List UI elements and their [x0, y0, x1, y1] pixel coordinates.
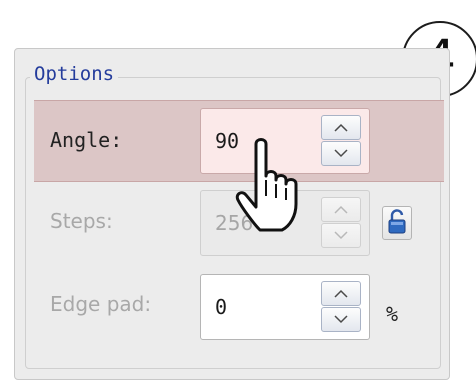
edge-pad-increment-button[interactable]	[321, 281, 361, 306]
angle-increment-button[interactable]	[321, 115, 361, 140]
edge-pad-field[interactable]: 0	[200, 274, 370, 340]
steps-decrement-button	[321, 223, 361, 248]
chevron-down-icon	[334, 231, 348, 240]
chevron-down-icon	[334, 315, 348, 324]
edge-pad-decrement-button[interactable]	[321, 307, 361, 332]
steps-label: Steps:	[50, 209, 113, 233]
chevron-up-icon	[334, 205, 348, 214]
angle-label: Angle:	[50, 128, 123, 152]
hand-pointer-icon	[235, 138, 298, 232]
options-group-title: Options	[30, 63, 119, 85]
edge-pad-label: Edge pad:	[50, 292, 152, 316]
edge-pad-unit: %	[386, 302, 399, 326]
steps-lock-toggle[interactable]	[382, 206, 412, 240]
angle-decrement-button[interactable]	[321, 141, 361, 166]
unlocked-padlock-icon	[388, 209, 406, 234]
angle-spinner[interactable]	[321, 115, 361, 167]
chevron-up-icon	[334, 289, 348, 298]
steps-increment-button	[321, 197, 361, 222]
edge-pad-value[interactable]: 0	[215, 295, 227, 319]
edge-pad-spinner[interactable]	[321, 281, 361, 333]
steps-spinner	[321, 197, 361, 249]
chevron-up-icon	[334, 123, 348, 132]
chevron-down-icon	[334, 149, 348, 158]
